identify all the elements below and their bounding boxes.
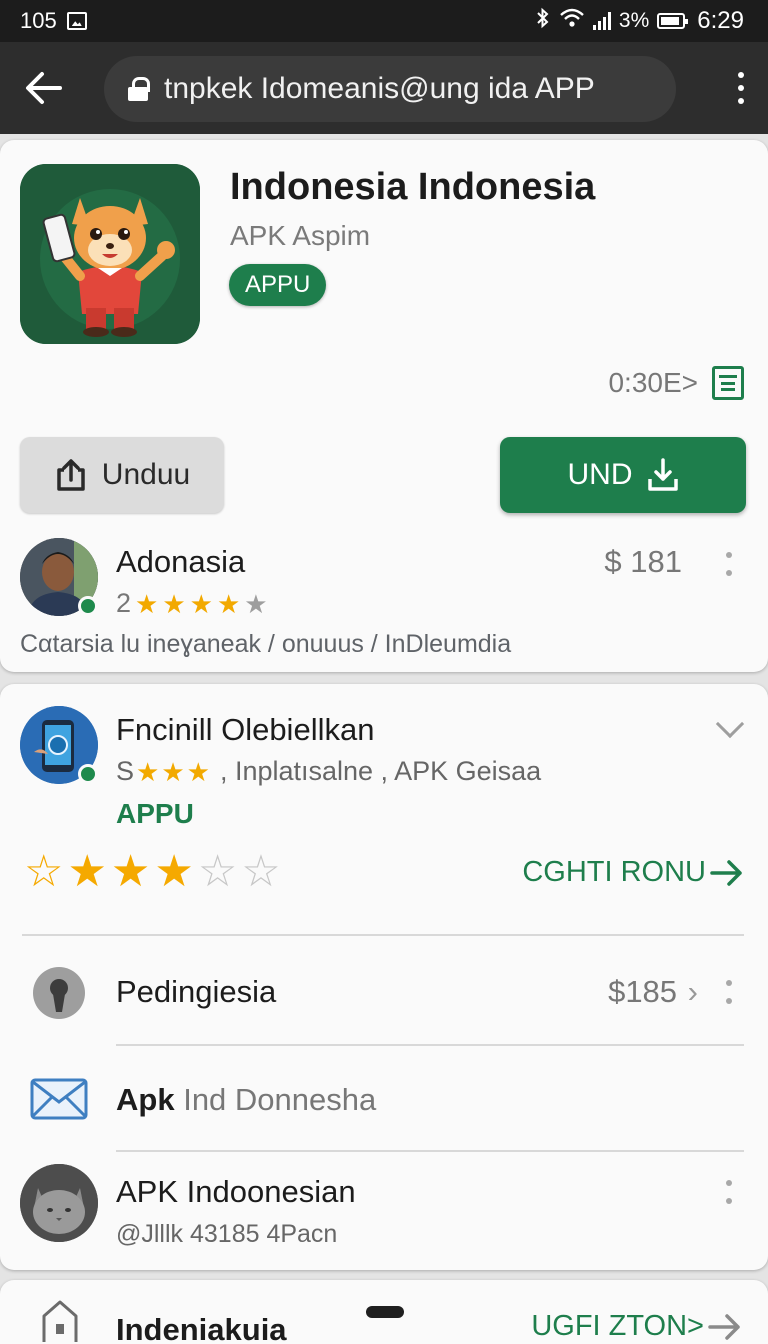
verified-badge-icon [78, 764, 98, 784]
app-icon[interactable] [20, 164, 200, 344]
notification-count: 105 [20, 8, 57, 33]
related-app-chip[interactable]: APPU [116, 798, 194, 830]
battery-percent: 3% [618, 9, 650, 32]
star-icon: ★ [189, 588, 213, 619]
mail-icon [30, 1078, 88, 1125]
status-bar: 105 3% 6:29 [0, 0, 768, 42]
url-text: tnpkek Idomeanis@ung ida APP [164, 72, 595, 105]
lock-icon [128, 77, 150, 101]
status-right: 3% 6:29 [535, 7, 744, 35]
cat-icon [20, 1164, 98, 1242]
category-path[interactable]: Cαtarsia lu ineɣaneak / onuuus / InDleum… [20, 630, 511, 659]
home-gesture-handle[interactable] [366, 1306, 404, 1318]
star-icon[interactable]: ★ [67, 850, 106, 894]
bottom-link-label: UGFI ZTON> [531, 1310, 704, 1342]
browser-menu-button[interactable] [736, 72, 746, 104]
back-button[interactable] [14, 60, 74, 116]
related-app-meta: S ★ ★ ★ , Inplatısalne , APK Geisaa [116, 756, 541, 787]
bottom-label[interactable]: Indeniakuia [116, 1312, 287, 1344]
reviewer-rating-number: 2 [116, 588, 132, 618]
star-empty-icon[interactable]: ☆ [241, 850, 280, 894]
star-half-icon[interactable]: ☆ [24, 850, 63, 894]
app-size: 0:30E> [608, 367, 698, 398]
app-size-row[interactable]: 0:30E> [608, 366, 744, 400]
divider [116, 1044, 744, 1046]
review-menu-button[interactable] [724, 552, 734, 576]
star-empty-icon: ★ [244, 588, 268, 619]
install-label: UND [567, 458, 633, 491]
row-menu-button[interactable] [724, 1180, 734, 1204]
install-button[interactable]: UND [500, 437, 746, 513]
row-sub-handle: @Jlllk 43185 4Pacn [116, 1220, 338, 1248]
related-app-card: Fncinill Olebiellkan S ★ ★ ★ , Inplatısa… [0, 684, 768, 1270]
fox-mascot-icon [20, 164, 200, 344]
bluetooth-icon [535, 7, 551, 35]
arrow-right-icon [708, 1313, 740, 1340]
reviewer-name: Adonasia [116, 544, 246, 579]
divider [116, 1150, 744, 1152]
app-subtitle: APK Aspim [230, 220, 371, 251]
bottom-link[interactable]: UGFI ZTON> [531, 1310, 742, 1343]
star-icon: ★ [161, 756, 185, 787]
keyhole-icon [32, 966, 86, 1025]
star-icon: ★ [162, 588, 186, 619]
reviewer-price: $ 181 [604, 544, 682, 579]
row-label-light: Ind Donnesha [183, 1082, 377, 1117]
reviewer-rating: 2 ★ ★ ★ ★ ★ [116, 588, 268, 619]
cat-avatar[interactable] [20, 1164, 98, 1242]
see-more-label: CGHTI RONU [522, 856, 706, 888]
share-download-button[interactable]: Unduu [20, 437, 224, 513]
clock: 6:29 [697, 7, 744, 34]
chevron-right-icon: › [687, 974, 698, 1009]
star-empty-icon[interactable]: ☆ [198, 850, 237, 894]
verified-badge-icon [78, 596, 98, 616]
browser-toolbar: tnpkek Idomeanis@ung ida APP [0, 42, 768, 134]
row-menu-button[interactable] [724, 980, 734, 1004]
chevron-down-icon[interactable] [715, 709, 745, 739]
related-app-title[interactable]: Fncinill Olebiellkan [116, 712, 374, 748]
home-icon [40, 1298, 80, 1344]
row-price[interactable]: $185 › [608, 974, 698, 1010]
divider [22, 934, 744, 936]
share-download-label: Unduu [101, 458, 191, 491]
related-rating-prefix: S [116, 756, 135, 786]
signal-icon [592, 12, 611, 30]
download-icon [647, 458, 678, 491]
status-left: 105 [20, 8, 87, 34]
row-label-apk-indoonesian[interactable]: APK Indoonesian [116, 1174, 356, 1210]
row-label-pedingiesia[interactable]: Pedingiesia [116, 974, 276, 1010]
row-label-apk[interactable]: Apk Ind Donnesha [116, 1082, 376, 1118]
calendar-icon [712, 366, 744, 400]
app-header-card: Indonesia Indonesia APK Aspim APPU 0:30E… [0, 140, 768, 672]
app-title: Indonesia Indonesia [230, 166, 596, 208]
star-icon: ★ [186, 756, 210, 787]
battery-icon [657, 13, 689, 29]
share-icon [57, 459, 85, 491]
back-arrow-icon [26, 72, 62, 104]
rating-stars[interactable]: ☆ ★ ★ ★ ☆ ☆ [24, 850, 281, 894]
star-icon: ★ [216, 588, 241, 619]
star-icon: ★ [136, 756, 160, 787]
see-more-link[interactable]: CGHTI RONU [522, 856, 744, 889]
arrow-right-icon [710, 859, 742, 886]
wifi-icon [559, 8, 585, 34]
related-app-tags: , Inplatısalne , APK Geisaa [219, 756, 542, 786]
star-icon[interactable]: ★ [111, 850, 150, 894]
url-bar[interactable]: tnpkek Idomeanis@ung ida APP [104, 56, 676, 122]
app-category-chip[interactable]: APPU [229, 264, 327, 306]
star-icon: ★ [135, 588, 159, 619]
star-icon[interactable]: ★ [154, 850, 193, 894]
gallery-notification-icon [66, 12, 87, 30]
row-price-value: $185 [608, 974, 678, 1009]
row-label-bold: Apk [116, 1082, 175, 1117]
